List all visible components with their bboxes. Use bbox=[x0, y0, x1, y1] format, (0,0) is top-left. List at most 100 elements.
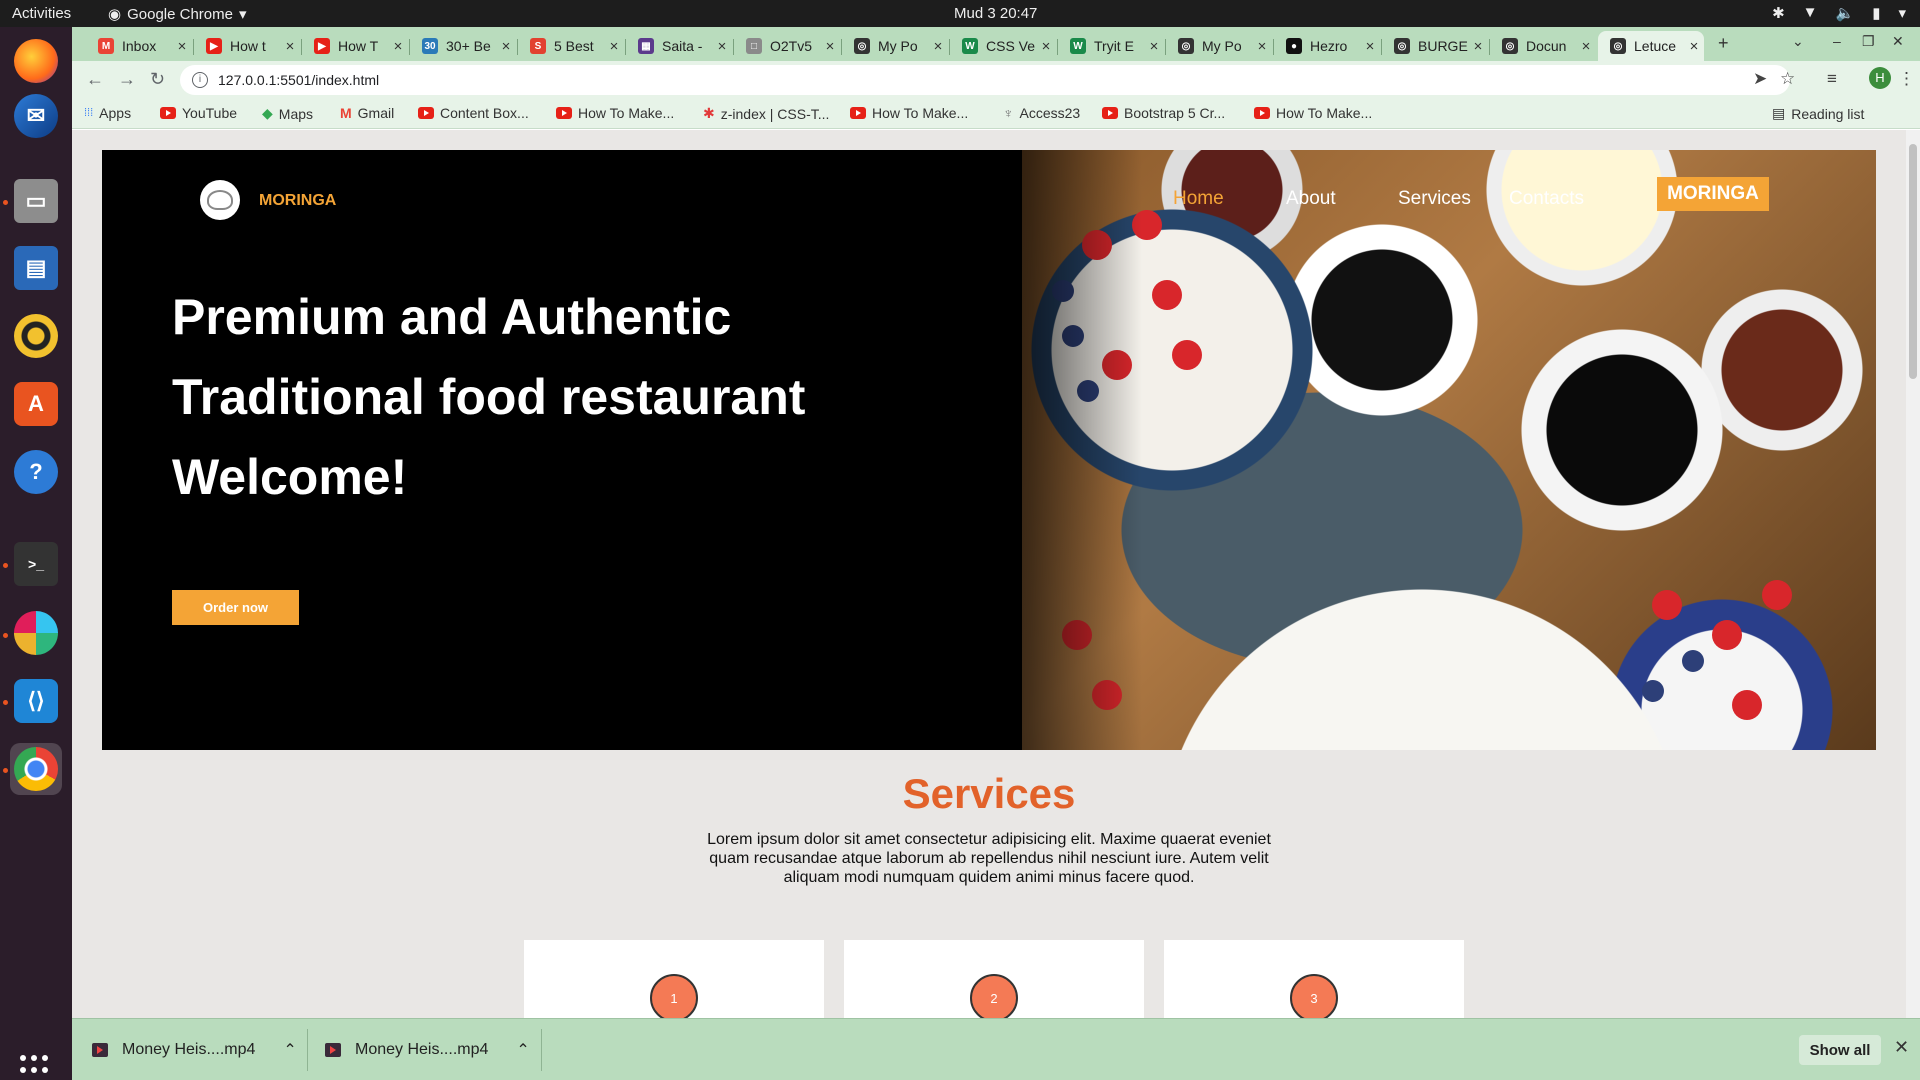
scrollbar-thumb[interactable] bbox=[1909, 144, 1917, 379]
site-info-icon[interactable]: i bbox=[192, 72, 208, 88]
show-apps-icon[interactable] bbox=[20, 1055, 52, 1080]
chevron-up-icon[interactable]: ⌃ bbox=[516, 1040, 529, 1060]
bookmark-item[interactable]: ✱ z-index | CSS-T... bbox=[703, 105, 829, 122]
bookmark-item[interactable]: How To Make... bbox=[556, 105, 674, 121]
download-item[interactable]: Money Heis....mp4 ⌃ bbox=[92, 1019, 297, 1080]
css-tricks-icon: ✱ bbox=[703, 105, 715, 121]
reading-list-icon: ▤ bbox=[1772, 105, 1786, 121]
nav-services[interactable]: Services bbox=[1398, 188, 1471, 210]
nav-contacts[interactable]: Contacts bbox=[1509, 188, 1584, 210]
browser-tab[interactable]: ▶ How t × bbox=[194, 31, 300, 61]
browser-tab[interactable]: ◎ Letuce × bbox=[1598, 31, 1704, 61]
browser-tab[interactable]: 30 30+ Be × bbox=[410, 31, 516, 61]
browser-tab[interactable]: W CSS Ve × bbox=[950, 31, 1056, 61]
tab-close-icon[interactable]: × bbox=[1684, 38, 1704, 55]
bookmark-item[interactable]: How To Make... bbox=[1254, 105, 1372, 121]
media-control-icon[interactable]: ≡ bbox=[1827, 69, 1837, 89]
close-downloads-icon[interactable]: ✕ bbox=[1894, 1037, 1909, 1058]
address-bar[interactable]: i 127.0.0.1:5501/index.html bbox=[180, 65, 1790, 95]
show-all-downloads-button[interactable]: Show all bbox=[1799, 1035, 1881, 1065]
software-launcher[interactable]: A bbox=[10, 378, 62, 430]
browser-tab[interactable]: □ O2Tv5 × bbox=[734, 31, 840, 61]
bookmark-apps[interactable]: ⁞⁞⁞ Apps bbox=[84, 105, 131, 121]
tab-close-icon[interactable]: × bbox=[1036, 38, 1056, 55]
close-window-icon[interactable]: ✕ bbox=[1892, 33, 1904, 50]
menu-kebab-icon[interactable]: ⋮ bbox=[1898, 69, 1915, 89]
tab-close-icon[interactable]: × bbox=[712, 38, 732, 55]
browser-tab[interactable]: ▦ Saita - × bbox=[626, 31, 732, 61]
browser-tab[interactable]: ▶ How T × bbox=[302, 31, 408, 61]
nav-cta-button[interactable]: MORINGA bbox=[1657, 177, 1769, 211]
app-menu[interactable]: ◉ Google Chrome ▾ bbox=[108, 5, 247, 24]
nav-about[interactable]: About bbox=[1286, 188, 1336, 210]
new-tab-icon[interactable]: + bbox=[1718, 33, 1729, 54]
terminal-launcher[interactable]: >_ bbox=[10, 538, 62, 590]
slack-launcher[interactable] bbox=[10, 607, 62, 659]
bookmark-item[interactable]: Bootstrap 5 Cr... bbox=[1102, 105, 1225, 121]
browser-tab[interactable]: ◎ My Po × bbox=[1166, 31, 1272, 61]
download-filename: Money Heis....mp4 bbox=[122, 1041, 256, 1058]
volume-icon[interactable]: 🔈 bbox=[1836, 4, 1855, 22]
browser-tab[interactable]: S 5 Best × bbox=[518, 31, 624, 61]
browser-tab[interactable]: W Tryit E × bbox=[1058, 31, 1164, 61]
system-tray[interactable]: ✱ ▼ 🔈 ▮ ▾ bbox=[1772, 4, 1906, 22]
browser-tab[interactable]: ◎ BURGE × bbox=[1382, 31, 1488, 61]
bookmark-item[interactable]: How To Make... bbox=[850, 105, 968, 121]
tab-close-icon[interactable]: × bbox=[1144, 38, 1164, 55]
activities-button[interactable]: Activities bbox=[12, 5, 71, 22]
tab-close-icon[interactable]: × bbox=[1576, 38, 1596, 55]
reading-list-button[interactable]: ▤ Reading list bbox=[1772, 105, 1864, 122]
bookmark-item[interactable]: Content Box... bbox=[418, 105, 529, 121]
bookmark-item[interactable]: YouTube bbox=[160, 105, 237, 121]
bookmark-label: Gmail bbox=[357, 105, 395, 121]
tab-close-icon[interactable]: × bbox=[280, 38, 300, 55]
vscode-launcher[interactable]: ⟨⟩ bbox=[10, 675, 62, 727]
chevron-up-icon[interactable]: ⌃ bbox=[283, 1040, 296, 1060]
chevron-down-icon[interactable]: ⌄ bbox=[1792, 33, 1804, 50]
tab-close-icon[interactable]: × bbox=[1468, 38, 1488, 55]
download-item[interactable]: Money Heis....mp4 ⌃ bbox=[325, 1019, 530, 1080]
bookmark-item[interactable]: M Gmail bbox=[340, 105, 394, 121]
tab-close-icon[interactable]: × bbox=[388, 38, 408, 55]
firefox-launcher[interactable] bbox=[10, 35, 62, 87]
bookmark-item[interactable]: ♆ Access23 bbox=[1003, 105, 1080, 121]
logo-chef-icon[interactable] bbox=[200, 180, 240, 220]
order-now-button[interactable]: Order now bbox=[172, 590, 299, 625]
tab-close-icon[interactable]: × bbox=[496, 38, 516, 55]
tab-close-icon[interactable]: × bbox=[172, 38, 192, 55]
tab-close-icon[interactable]: × bbox=[1360, 38, 1380, 55]
bookmark-item[interactable]: ◆ Maps bbox=[262, 105, 313, 122]
bookmarks-bar: ⁞⁞⁞ Apps YouTube ◆ Maps M Gmail Content Box... H… bbox=[72, 99, 1920, 129]
vscode-icon: ⟨⟩ bbox=[14, 679, 58, 723]
writer-launcher[interactable]: ▤ bbox=[10, 242, 62, 294]
logo-text[interactable]: MORINGA bbox=[259, 192, 336, 210]
tab-close-icon[interactable]: × bbox=[1252, 38, 1272, 55]
browser-tab[interactable]: M Inbox × bbox=[86, 31, 192, 61]
tab-close-icon[interactable]: × bbox=[820, 38, 840, 55]
profile-avatar[interactable]: H bbox=[1869, 67, 1891, 89]
nav-home[interactable]: Home bbox=[1173, 188, 1224, 210]
help-launcher[interactable]: ? bbox=[10, 446, 62, 498]
slack-tray-icon[interactable]: ✱ bbox=[1772, 4, 1785, 22]
browser-tab[interactable]: ◎ Docun × bbox=[1490, 31, 1596, 61]
bookmark-star-icon[interactable]: ☆ bbox=[1780, 69, 1795, 89]
forward-icon[interactable]: → bbox=[118, 69, 136, 90]
chevron-down-icon[interactable]: ▾ bbox=[1898, 4, 1906, 22]
wifi-icon[interactable]: ▼ bbox=[1803, 4, 1818, 22]
clock[interactable]: Mud 3 20:47 bbox=[954, 5, 1037, 22]
reload-icon[interactable]: ↻ bbox=[150, 69, 165, 90]
thunderbird-launcher[interactable]: ✉ bbox=[10, 90, 62, 142]
restore-icon[interactable]: ❐ bbox=[1862, 33, 1875, 50]
tab-close-icon[interactable]: × bbox=[604, 38, 624, 55]
browser-tab[interactable]: ● Hezro × bbox=[1274, 31, 1380, 61]
rhythmbox-launcher[interactable] bbox=[10, 310, 62, 362]
page-scrollbar[interactable] bbox=[1906, 130, 1920, 1018]
chrome-launcher[interactable] bbox=[10, 743, 62, 795]
back-icon[interactable]: ← bbox=[86, 69, 104, 90]
files-launcher[interactable]: ▭ bbox=[10, 175, 62, 227]
minimize-icon[interactable]: – bbox=[1833, 33, 1841, 49]
battery-icon[interactable]: ▮ bbox=[1872, 4, 1880, 22]
browser-tab[interactable]: ◎ My Po × bbox=[842, 31, 948, 61]
send-icon[interactable]: ➤ bbox=[1753, 69, 1767, 89]
tab-close-icon[interactable]: × bbox=[928, 38, 948, 55]
